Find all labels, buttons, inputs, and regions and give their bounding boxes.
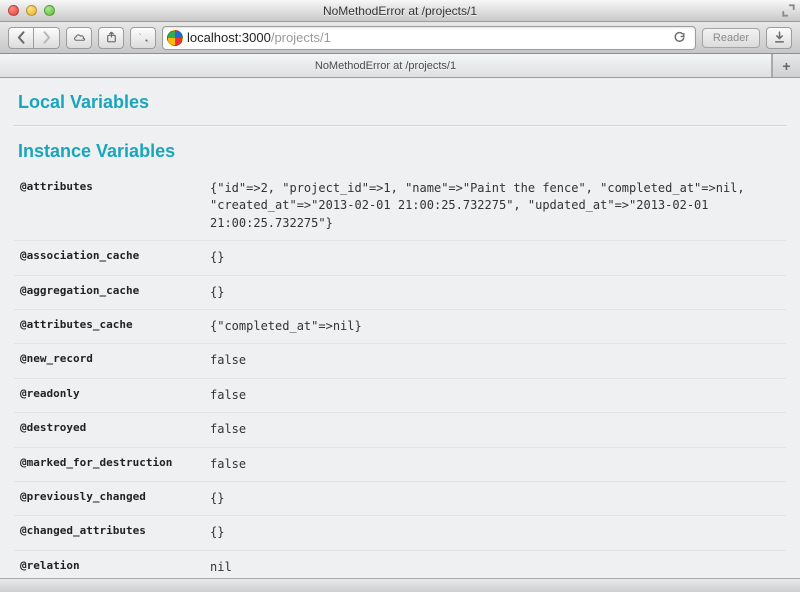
- share-button[interactable]: [98, 27, 124, 49]
- variable-name: @destroyed: [14, 413, 204, 447]
- variable-name: @aggregation_cache: [14, 275, 204, 309]
- window-statusbar: [0, 578, 800, 592]
- variable-value: {}: [204, 481, 786, 515]
- table-row: @association_cache{}: [14, 241, 786, 275]
- variable-value: false: [204, 344, 786, 378]
- url-path: /projects/1: [271, 30, 331, 45]
- downloads-button[interactable]: [766, 27, 792, 49]
- local-variables-heading: Local Variables: [14, 78, 786, 123]
- variable-name: @attributes: [14, 172, 204, 241]
- variable-name: @association_cache: [14, 241, 204, 275]
- browser-tab[interactable]: NoMethodError at /projects/1: [0, 54, 772, 77]
- nav-buttons: [8, 27, 60, 49]
- tab-title: NoMethodError at /projects/1: [315, 60, 456, 72]
- minimize-window-button[interactable]: [26, 5, 37, 16]
- reload-button[interactable]: [673, 31, 691, 44]
- icloud-button[interactable]: [66, 27, 92, 49]
- close-window-button[interactable]: [8, 5, 19, 16]
- table-row: @relationnil: [14, 550, 786, 578]
- table-row: @previously_changed{}: [14, 481, 786, 515]
- table-row: @readonlyfalse: [14, 378, 786, 412]
- variable-name: @readonly: [14, 378, 204, 412]
- variable-value: {}: [204, 275, 786, 309]
- table-row: @changed_attributes{}: [14, 516, 786, 550]
- table-row: @attributes_cache{"completed_at"=>nil}: [14, 309, 786, 343]
- variable-name: @changed_attributes: [14, 516, 204, 550]
- variable-value: false: [204, 413, 786, 447]
- instance-variables-heading: Instance Variables: [14, 127, 786, 172]
- fullscreen-icon[interactable]: [782, 4, 794, 16]
- variable-name: @attributes_cache: [14, 309, 204, 343]
- table-row: @new_recordfalse: [14, 344, 786, 378]
- back-button[interactable]: [8, 27, 34, 49]
- variable-value: {}: [204, 241, 786, 275]
- forward-button[interactable]: [34, 27, 60, 49]
- inspector-button[interactable]: [130, 27, 156, 49]
- variable-name: @relation: [14, 550, 204, 578]
- table-row: @destroyedfalse: [14, 413, 786, 447]
- browser-toolbar: localhost:3000/projects/1 Reader: [0, 22, 800, 54]
- site-favicon: [167, 30, 183, 46]
- window-titlebar: NoMethodError at /projects/1: [0, 0, 800, 22]
- variable-value: nil: [204, 550, 786, 578]
- new-tab-button[interactable]: +: [772, 54, 800, 77]
- traffic-lights: [8, 5, 55, 16]
- address-bar[interactable]: localhost:3000/projects/1: [162, 26, 696, 50]
- zoom-window-button[interactable]: [44, 5, 55, 16]
- plus-icon: +: [782, 58, 790, 74]
- variable-name: @marked_for_destruction: [14, 447, 204, 481]
- table-row: @aggregation_cache{}: [14, 275, 786, 309]
- page-content: Local Variables Instance Variables @attr…: [0, 78, 800, 578]
- url-host: localhost:3000: [187, 30, 271, 45]
- variable-name: @previously_changed: [14, 481, 204, 515]
- variable-value: false: [204, 447, 786, 481]
- variable-name: @new_record: [14, 344, 204, 378]
- url-text: localhost:3000/projects/1: [187, 30, 331, 45]
- variable-value: {"id"=>2, "project_id"=>1, "name"=>"Pain…: [204, 172, 786, 241]
- variable-value: false: [204, 378, 786, 412]
- instance-variables-table: @attributes{"id"=>2, "project_id"=>1, "n…: [14, 172, 786, 578]
- variable-value: {}: [204, 516, 786, 550]
- reader-button[interactable]: Reader: [702, 28, 760, 48]
- window-title: NoMethodError at /projects/1: [0, 4, 800, 18]
- table-row: @attributes{"id"=>2, "project_id"=>1, "n…: [14, 172, 786, 241]
- variable-value: {"completed_at"=>nil}: [204, 309, 786, 343]
- tab-strip: NoMethodError at /projects/1 +: [0, 54, 800, 78]
- table-row: @marked_for_destructionfalse: [14, 447, 786, 481]
